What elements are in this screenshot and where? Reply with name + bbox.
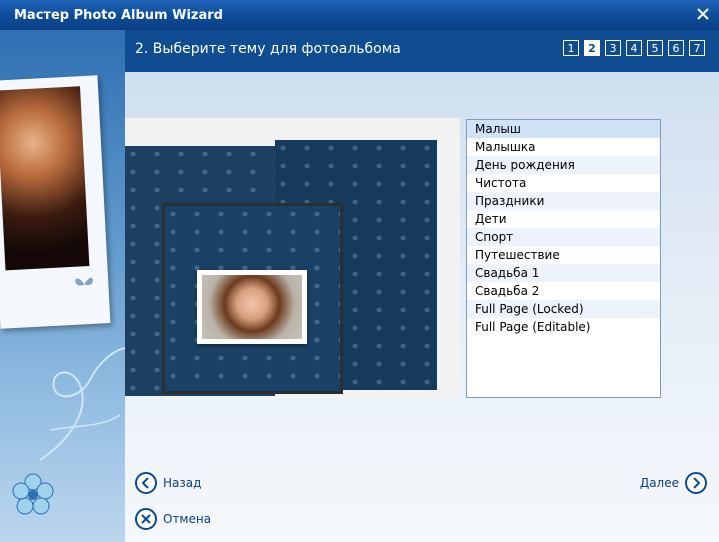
- step-3[interactable]: 3: [605, 40, 621, 56]
- theme-item-full-page-locked[interactable]: Full Page (Locked): [467, 300, 660, 318]
- step-6[interactable]: 6: [668, 40, 684, 56]
- window-title: Мастер Photo Album Wizard: [14, 8, 223, 23]
- step-title: 2. Выберите тему для фотоальбома: [135, 41, 401, 57]
- butterfly-icon: [75, 277, 93, 286]
- theme-item-holidays[interactable]: Праздники: [467, 192, 660, 210]
- decorative-photo: [0, 75, 111, 329]
- theme-item-purity[interactable]: Чистота: [467, 174, 660, 192]
- theme-item-travel[interactable]: Путешествие: [467, 246, 660, 264]
- cancel-label: Отмена: [163, 512, 212, 526]
- next-label: Далее: [639, 476, 679, 490]
- children-photo: [0, 86, 90, 271]
- theme-item-wedding-2[interactable]: Свадьба 2: [467, 282, 660, 300]
- theme-preview: [125, 118, 460, 398]
- wizard-window: Мастер Photo Album Wizard 2. Выберите те…: [0, 0, 719, 542]
- title-bar: Мастер Photo Album Wizard: [0, 0, 719, 30]
- theme-item-sport[interactable]: Спорт: [467, 228, 660, 246]
- preview-photo: [197, 270, 307, 344]
- step-4[interactable]: 4: [626, 40, 642, 56]
- theme-item-wedding-1[interactable]: Свадьба 1: [467, 264, 660, 282]
- theme-item-baby-girl[interactable]: Малышка: [467, 138, 660, 156]
- flower-icon: [12, 473, 54, 515]
- cancel-icon: [135, 508, 157, 530]
- theme-item-children[interactable]: Дети: [467, 210, 660, 228]
- back-button[interactable]: Назад: [135, 472, 201, 494]
- next-button[interactable]: Далее: [640, 472, 707, 494]
- back-arrow-icon: [135, 472, 157, 494]
- album-book-preview: [125, 136, 445, 396]
- step-7[interactable]: 7: [689, 40, 705, 56]
- next-arrow-icon: [685, 472, 707, 494]
- step-5[interactable]: 5: [647, 40, 663, 56]
- step-1[interactable]: 1: [563, 40, 579, 56]
- close-icon[interactable]: [695, 6, 711, 22]
- theme-list[interactable]: Малыш Малышка День рождения Чистота Праз…: [466, 119, 661, 398]
- theme-item-full-page-editable[interactable]: Full Page (Editable): [467, 318, 660, 336]
- wizard-header: 2. Выберите тему для фотоальбома 1 2 3 4…: [125, 30, 719, 72]
- back-label: Назад: [163, 476, 202, 490]
- decorative-sidebar: [0, 30, 125, 542]
- swirl-decoration: [39, 347, 125, 461]
- theme-item-baby-boy[interactable]: Малыш: [467, 120, 660, 138]
- step-indicator: 1 2 3 4 5 6 7: [563, 40, 705, 56]
- main-content: Малыш Малышка День рождения Чистота Праз…: [125, 72, 719, 542]
- cancel-button[interactable]: Отмена: [135, 508, 211, 530]
- step-2[interactable]: 2: [584, 40, 600, 56]
- theme-item-birthday[interactable]: День рождения: [467, 156, 660, 174]
